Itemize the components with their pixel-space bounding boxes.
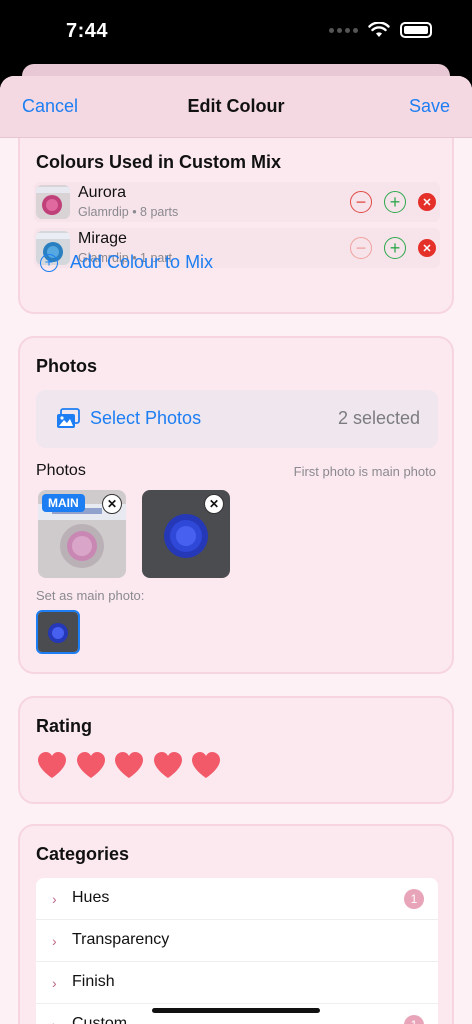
heart-icon[interactable]: [36, 750, 68, 780]
categories-card: Categories › Hues 1 › Transparency › Fin…: [18, 824, 454, 1024]
category-label: Custom: [72, 1015, 128, 1024]
photos-icon: [57, 408, 80, 428]
category-row-transparency[interactable]: › Transparency: [36, 920, 438, 962]
main-photo-hint: First photo is main photo: [293, 464, 436, 479]
photos-card-title: Photos: [36, 356, 97, 376]
mix-item-name: Aurora: [78, 184, 127, 201]
select-photos-label: Select Photos: [90, 408, 202, 428]
increase-parts-button[interactable]: +: [384, 237, 406, 259]
aurora-swatch: [36, 185, 70, 219]
category-row-custom[interactable]: › Custom 1: [36, 1004, 438, 1024]
heart-icon[interactable]: [75, 750, 107, 780]
category-row-finish[interactable]: › Finish: [36, 962, 438, 1004]
battery-icon: [400, 22, 432, 38]
categories-card-title: Categories: [36, 844, 130, 864]
decrease-parts-button[interactable]: −: [350, 237, 372, 259]
mix-card-title: Colours Used in Custom Mix: [36, 152, 282, 172]
rating-card-title: Rating: [36, 716, 92, 736]
signal-icon: [329, 27, 358, 33]
main-photo-badge: MAIN: [42, 494, 85, 512]
decrease-parts-button[interactable]: −: [350, 191, 372, 213]
remove-photo-button[interactable]: ✕: [204, 494, 224, 514]
photo-thumbnail[interactable]: ✕: [142, 490, 230, 578]
category-count-badge: 1: [404, 889, 424, 909]
remove-photo-button[interactable]: ✕: [102, 494, 122, 514]
status-icons: [329, 22, 432, 38]
status-bar: 7:44: [0, 0, 472, 70]
increase-parts-button[interactable]: +: [384, 191, 406, 213]
mix-item-name: Mirage: [78, 230, 127, 247]
home-indicator: [152, 1008, 320, 1013]
remove-colour-button[interactable]: ✕: [418, 193, 436, 211]
rating-card: Rating: [18, 696, 454, 804]
select-photos-button[interactable]: Select Photos 2 selected: [36, 390, 438, 448]
status-time: 7:44: [66, 20, 109, 42]
photo-thumbnail-main[interactable]: MAIN ✕: [38, 490, 126, 578]
chevron-right-icon: ›: [52, 1017, 57, 1024]
category-label: Finish: [72, 973, 115, 990]
mix-item: Aurora Glamrdip • 8 parts − + ✕: [34, 182, 440, 222]
category-label: Hues: [72, 889, 110, 906]
heart-icon[interactable]: [152, 750, 184, 780]
add-colour-label: Add Colour to Mix: [70, 252, 214, 272]
nav-bar: Cancel Edit Colour Save: [0, 76, 472, 138]
heart-icon[interactable]: [190, 750, 222, 780]
selected-count: 2 selected: [337, 408, 420, 428]
set-main-label: Set as main photo:: [36, 588, 145, 603]
heart-icon[interactable]: [113, 750, 145, 780]
photos-subtitle: Photos: [36, 462, 86, 479]
chevron-right-icon: ›: [52, 891, 57, 907]
edit-sheet: Cancel Edit Colour Save Colours Used in …: [0, 76, 472, 1024]
mix-card: Colours Used in Custom Mix Aurora Glamrd…: [18, 116, 454, 314]
chevron-right-icon: ›: [52, 975, 57, 991]
mix-item-meta: Glamrdip • 8 parts: [78, 205, 179, 219]
category-count-badge: 1: [404, 1015, 424, 1024]
remove-colour-button[interactable]: ✕: [418, 239, 436, 257]
category-label: Transparency: [72, 931, 170, 948]
photos-card: Photos Select Photos 2 selected Photos F…: [18, 336, 454, 674]
plus-circle-icon: +: [40, 253, 58, 272]
category-row-hues[interactable]: › Hues 1: [36, 878, 438, 920]
wifi-icon: [368, 22, 390, 37]
chevron-right-icon: ›: [52, 933, 57, 949]
save-button[interactable]: Save: [409, 96, 450, 117]
page-title: Edit Colour: [187, 96, 285, 116]
set-main-photo-option[interactable]: [36, 610, 80, 654]
add-colour-to-mix-button[interactable]: + Add Colour to Mix: [40, 252, 213, 273]
